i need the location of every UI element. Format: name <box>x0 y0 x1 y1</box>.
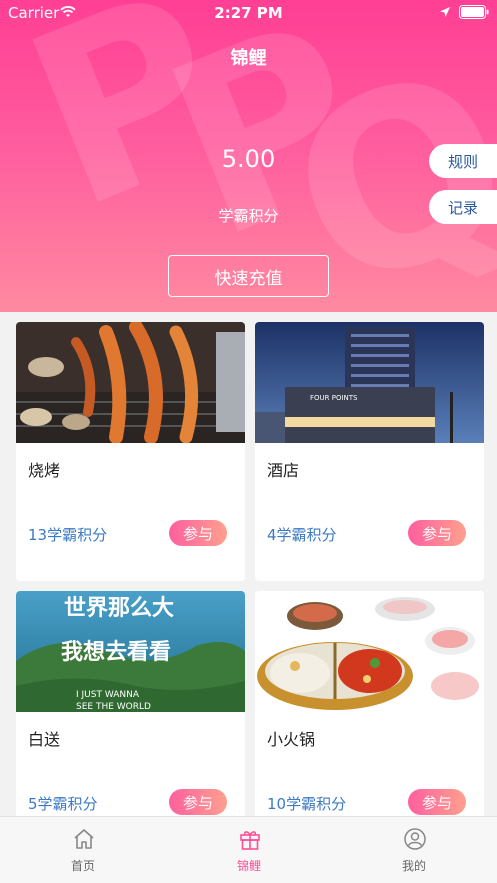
tab-koi[interactable]: 锦鲤 <box>189 817 309 883</box>
home-icon <box>74 829 94 849</box>
clock: 2:27 PM <box>214 4 283 22</box>
quick-recharge-button[interactable]: 快速充值 <box>168 255 329 297</box>
travel-slogan-line3: I JUST WANNA <box>76 690 140 700</box>
rules-button[interactable]: 规则 <box>429 144 497 178</box>
status-bar: Carrier 2:27 PM <box>0 0 497 26</box>
item-card[interactable]: 世界那么大 我想去看看 I JUST WANNA SEE THE WORLD 白… <box>16 591 245 850</box>
page-title: 锦鲤 <box>230 48 267 69</box>
item-name: 酒店 <box>267 461 300 480</box>
item-name: 白送 <box>28 730 61 749</box>
item-points: 4学霸积分 <box>267 526 337 544</box>
item-points: 13学霸积分 <box>28 526 108 544</box>
hotpot-photo <box>255 591 484 712</box>
battery-icon <box>459 5 489 19</box>
item-card[interactable]: 小火锅 10学霸积分 参与 <box>255 591 484 850</box>
join-button[interactable]: 参与 <box>408 789 466 815</box>
join-button[interactable]: 参与 <box>169 789 227 815</box>
join-button[interactable]: 参与 <box>169 520 227 546</box>
location-arrow-icon <box>440 7 450 17</box>
tab-home-label: 首页 <box>70 859 95 873</box>
header-banner: P P Q Carrier 2:27 PM 锦鲤 5.00 学霸积分 快速充值 … <box>0 0 497 312</box>
points-balance: 5.00 <box>221 145 276 173</box>
travel-photo: 世界那么大 我想去看看 I JUST WANNA SEE THE WORLD <box>16 591 245 712</box>
item-card[interactable]: FOUR POINTS 酒店 4学霸积分 参与 <box>255 322 484 581</box>
item-points: 5学霸积分 <box>28 795 98 813</box>
hotel-photo: FOUR POINTS <box>255 322 484 443</box>
tab-bar: 首页 锦鲤 我的 <box>0 816 497 883</box>
tab-profile[interactable]: 我的 <box>354 817 474 883</box>
records-button[interactable]: 记录 <box>429 190 497 224</box>
tab-profile-label: 我的 <box>401 859 426 873</box>
tab-koi-label: 锦鲤 <box>236 859 261 873</box>
tab-home[interactable]: 首页 <box>23 817 143 883</box>
item-name: 烧烤 <box>28 461 61 480</box>
bbq-photo <box>16 322 245 443</box>
points-label: 学霸积分 <box>218 207 279 225</box>
travel-slogan-line1: 世界那么大 <box>64 596 174 621</box>
gift-icon <box>240 831 260 850</box>
item-name: 小火锅 <box>267 730 316 749</box>
travel-slogan-line2: 我想去看看 <box>61 640 171 665</box>
hotel-sign-text: FOUR POINTS <box>310 394 358 402</box>
user-icon <box>404 828 426 850</box>
item-points: 10学霸积分 <box>267 795 347 813</box>
join-button[interactable]: 参与 <box>408 520 466 546</box>
travel-slogan-line4: SEE THE WORLD <box>76 702 151 712</box>
item-card[interactable]: 烧烤 13学霸积分 参与 <box>16 322 245 581</box>
